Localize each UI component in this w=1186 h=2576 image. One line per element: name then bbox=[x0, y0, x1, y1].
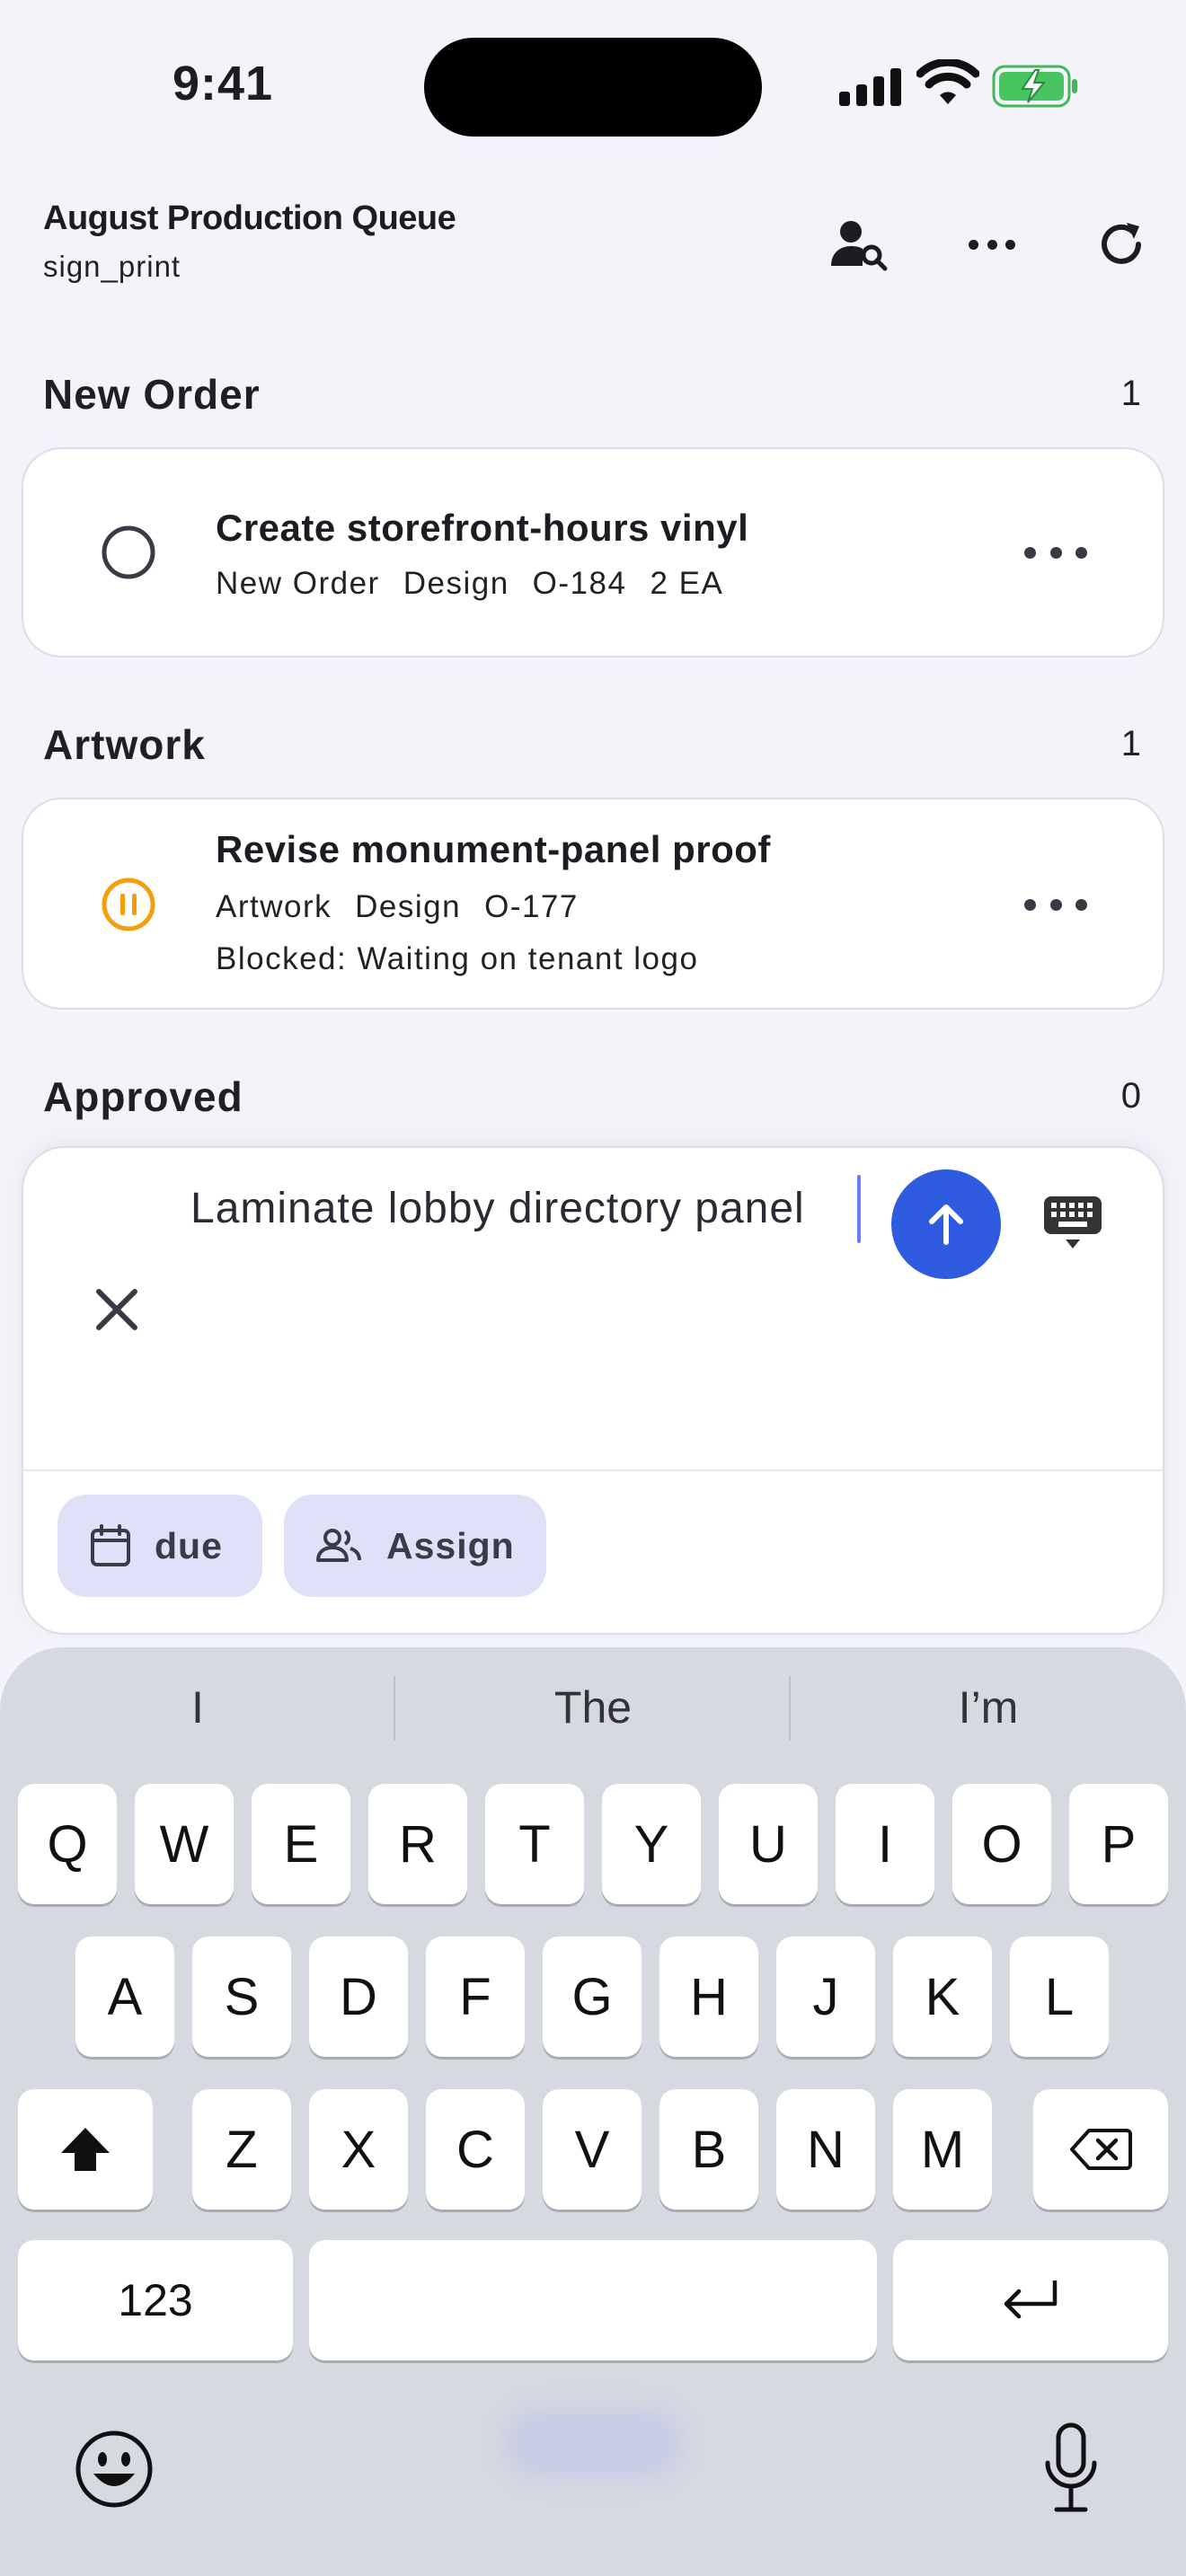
shift-key[interactable] bbox=[18, 2089, 153, 2210]
space-key[interactable] bbox=[309, 2240, 877, 2360]
task-card[interactable] bbox=[22, 447, 1164, 657]
section-count-artwork: 1 bbox=[1120, 724, 1141, 763]
people-icon bbox=[316, 1529, 361, 1562]
new-task-input[interactable]: Laminate lobby directory panel bbox=[190, 1184, 805, 1233]
section-title-artwork: Artwork bbox=[43, 721, 206, 768]
backspace-icon bbox=[1070, 2129, 1132, 2170]
key-w[interactable]: W bbox=[135, 1784, 234, 1904]
key-v[interactable]: V bbox=[543, 2089, 642, 2210]
key-p[interactable]: P bbox=[1069, 1784, 1168, 1904]
suggestion-1[interactable]: I bbox=[0, 1681, 395, 1734]
assign-chip-label: Assign bbox=[386, 1524, 515, 1566]
key-u[interactable]: U bbox=[719, 1784, 818, 1904]
task-blocked-note: Blocked: Waiting on tenant logo bbox=[216, 941, 699, 976]
person-search-button[interactable] bbox=[825, 210, 893, 278]
key-i[interactable]: I bbox=[836, 1784, 934, 1904]
task-order-id: O-184 bbox=[532, 566, 627, 601]
calendar-icon bbox=[91, 1524, 130, 1566]
key-e[interactable]: E bbox=[252, 1784, 350, 1904]
text-caret bbox=[857, 1175, 861, 1243]
key-t[interactable]: T bbox=[485, 1784, 584, 1904]
key-j[interactable]: J bbox=[776, 1936, 875, 2057]
keyboard-dismiss-icon[interactable] bbox=[1042, 1195, 1103, 1252]
key-m[interactable]: M bbox=[893, 2089, 992, 2210]
more-horizontal-icon bbox=[969, 231, 1015, 258]
task-status-open-icon[interactable] bbox=[101, 525, 156, 580]
task-meta: New Order Design O-184 2 EA bbox=[216, 566, 747, 602]
dynamic-island bbox=[424, 38, 762, 137]
task-stage: New Order bbox=[216, 566, 380, 601]
key-n[interactable]: N bbox=[776, 2089, 875, 2210]
key-c[interactable]: C bbox=[426, 2089, 525, 2210]
send-arrow-icon bbox=[929, 1204, 963, 1245]
background-tab-glow bbox=[503, 2407, 683, 2479]
key-f[interactable]: F bbox=[426, 1936, 525, 2057]
key-d[interactable]: D bbox=[309, 1936, 408, 2057]
shift-icon bbox=[61, 2128, 110, 2171]
suggestion-2[interactable]: The bbox=[395, 1681, 791, 1734]
more-options-button[interactable] bbox=[958, 210, 1026, 278]
task-stage: Artwork bbox=[216, 889, 332, 924]
section-count-new-order: 1 bbox=[1120, 374, 1141, 413]
pause-circle-icon[interactable] bbox=[101, 877, 156, 932]
key-q[interactable]: Q bbox=[18, 1784, 117, 1904]
key-h[interactable]: H bbox=[659, 1936, 758, 2057]
task-quantity: 2 EA bbox=[650, 566, 724, 601]
key-r[interactable]: R bbox=[368, 1784, 467, 1904]
task-department: Design bbox=[355, 889, 462, 924]
status-time: 9:41 bbox=[173, 57, 274, 110]
refresh-button[interactable] bbox=[1087, 210, 1155, 278]
task-department: Design bbox=[403, 566, 509, 601]
key-l[interactable]: L bbox=[1010, 1936, 1109, 2057]
return-icon bbox=[1004, 2280, 1058, 2319]
wifi-icon bbox=[916, 59, 979, 104]
task-order-id: O-177 bbox=[484, 889, 579, 924]
composer-divider bbox=[23, 1469, 1163, 1471]
section-title-new-order: New Order bbox=[43, 371, 261, 418]
key-x[interactable]: X bbox=[309, 2089, 408, 2210]
person-search-icon bbox=[831, 221, 888, 271]
task-title: Revise monument-panel proof bbox=[216, 828, 771, 870]
suggestion-3[interactable]: I’m bbox=[791, 1681, 1186, 1734]
refresh-icon bbox=[1102, 223, 1141, 264]
section-title-approved: Approved bbox=[43, 1073, 243, 1120]
task-meta: Artwork Design O-177 bbox=[216, 889, 602, 925]
key-z[interactable]: Z bbox=[192, 2089, 291, 2210]
emoji-icon[interactable] bbox=[74, 2429, 155, 2510]
key-g[interactable]: G bbox=[543, 1936, 642, 2057]
task-more-icon[interactable] bbox=[1024, 891, 1087, 918]
key-b[interactable]: B bbox=[659, 2089, 758, 2210]
page-subtitle: sign_print bbox=[43, 250, 181, 283]
cellular-signal-icon bbox=[839, 65, 902, 106]
task-title: Create storefront-hours vinyl bbox=[216, 507, 749, 549]
due-chip-label: due bbox=[155, 1524, 223, 1566]
key-s[interactable]: S bbox=[192, 1936, 291, 2057]
key-o[interactable]: O bbox=[952, 1784, 1051, 1904]
key-k[interactable]: K bbox=[893, 1936, 992, 2057]
key-y[interactable]: Y bbox=[602, 1784, 701, 1904]
due-chip[interactable]: due bbox=[58, 1495, 262, 1597]
numbers-key[interactable]: 123 bbox=[18, 2240, 293, 2360]
assign-chip[interactable]: Assign bbox=[284, 1495, 546, 1597]
section-count-approved: 0 bbox=[1120, 1076, 1141, 1116]
microphone-icon[interactable] bbox=[1042, 2422, 1100, 2515]
page-title: August Production Queue bbox=[43, 199, 456, 237]
return-key[interactable] bbox=[893, 2240, 1168, 2360]
task-more-icon[interactable] bbox=[1024, 539, 1087, 566]
key-a[interactable]: A bbox=[75, 1936, 174, 2057]
send-button[interactable] bbox=[891, 1169, 1001, 1279]
close-icon[interactable] bbox=[90, 1283, 144, 1337]
backspace-key[interactable] bbox=[1033, 2089, 1168, 2210]
battery-charging-icon bbox=[992, 65, 1077, 108]
